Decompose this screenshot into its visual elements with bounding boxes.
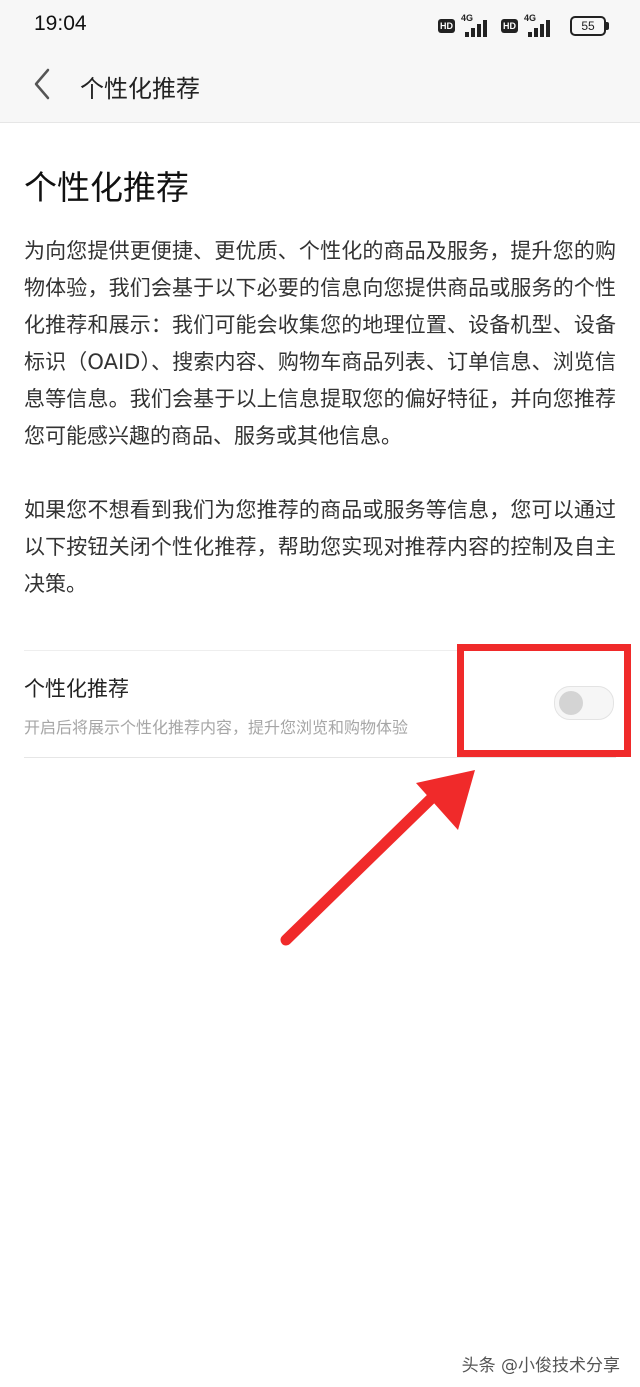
arrow-icon: [280, 770, 475, 946]
watermark: 头条 @小俊技术分享: [461, 1356, 620, 1376]
